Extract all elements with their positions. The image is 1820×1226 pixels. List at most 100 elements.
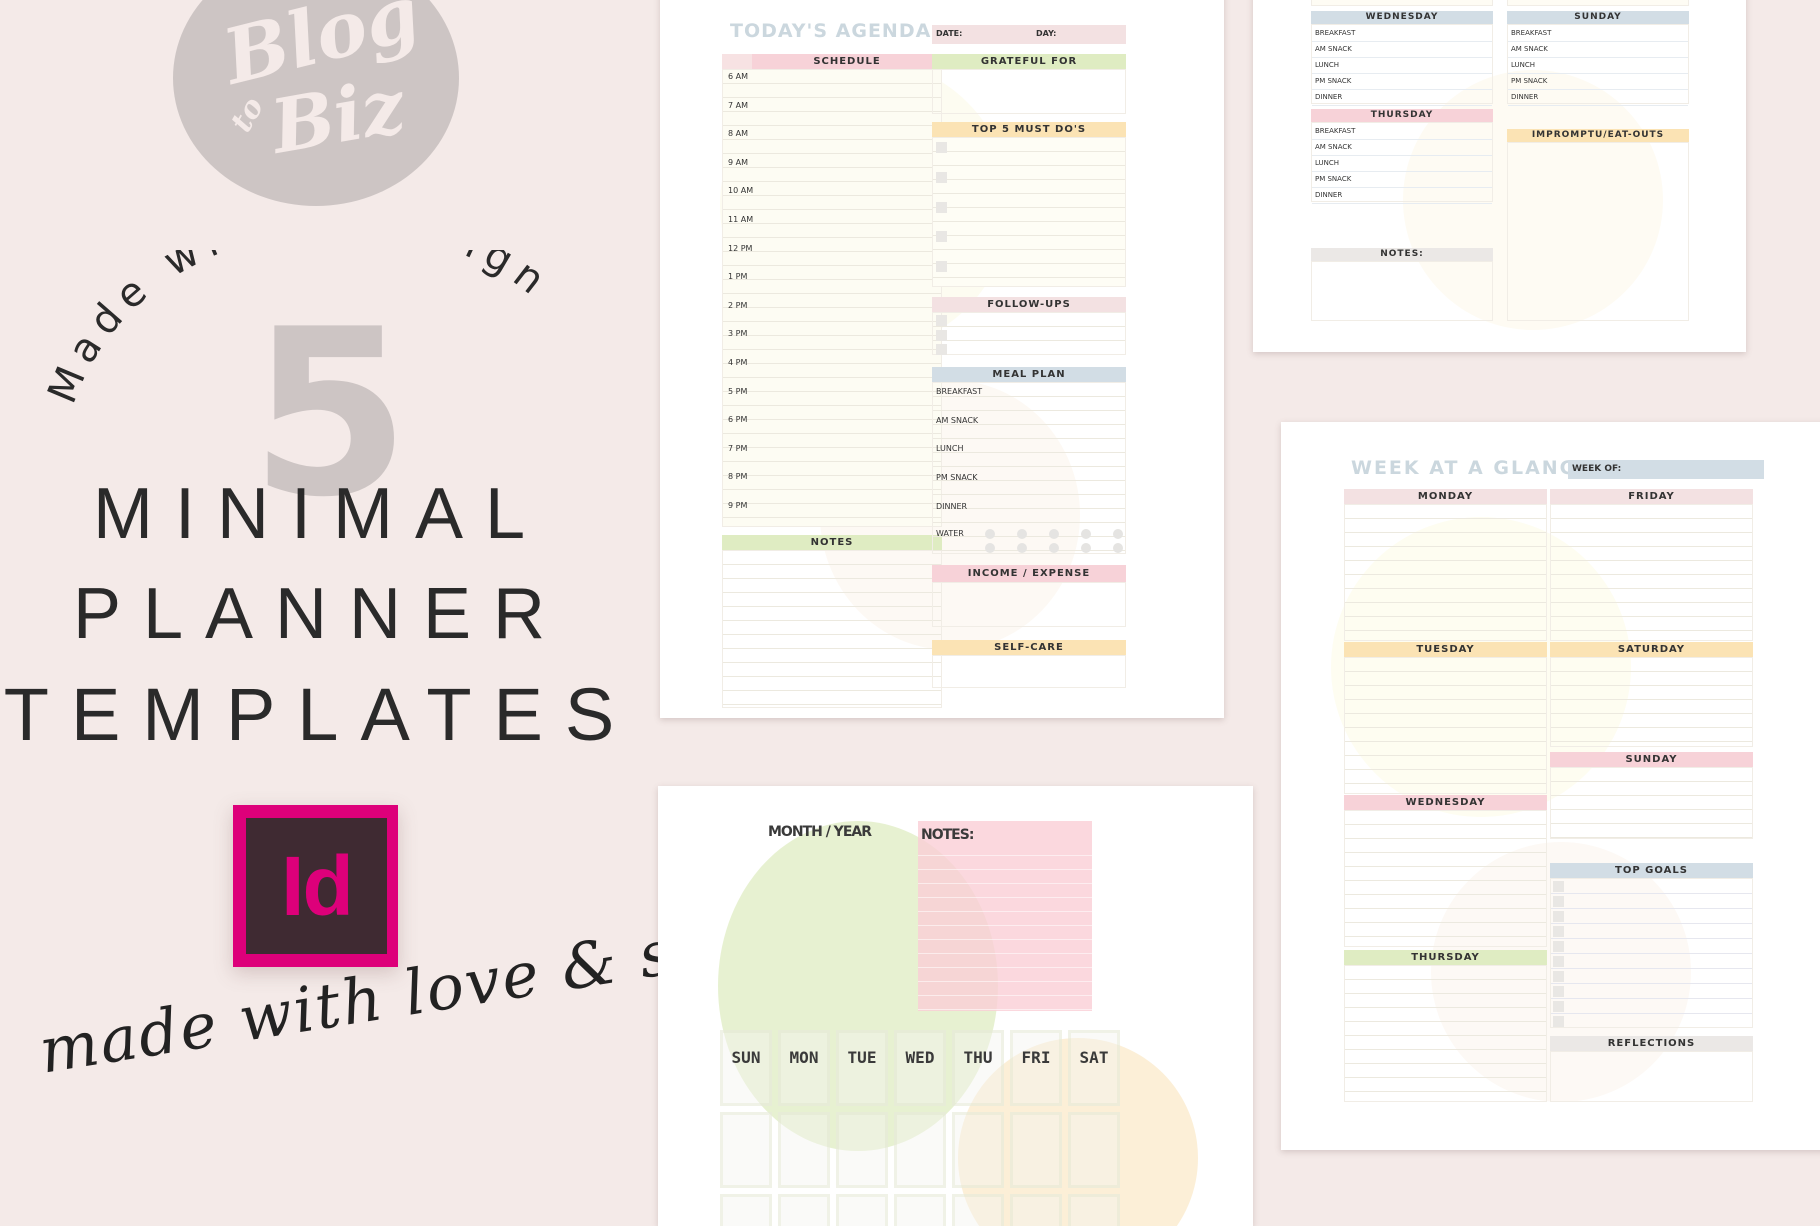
notes-area[interactable] xyxy=(722,550,942,708)
saturday-header: SATURDAY xyxy=(1550,642,1753,657)
goal-checkbox[interactable] xyxy=(1553,911,1564,922)
thursday-meals[interactable]: BREAKFAST AM SNACK LUNCH PM SNACK DINNER xyxy=(1311,122,1493,204)
calendar-cell[interactable] xyxy=(894,1194,946,1226)
sunday-meals[interactable]: BREAKFAST AM SNACK LUNCH PM SNACK DINNER xyxy=(1507,24,1689,106)
meal-row[interactable]: AM SNACK xyxy=(1312,139,1492,156)
calendar-cell[interactable] xyxy=(836,1030,888,1106)
thursday-area[interactable] xyxy=(1344,965,1547,1102)
goal-checkbox[interactable] xyxy=(1553,941,1564,952)
followups-area[interactable] xyxy=(932,312,1126,355)
grateful-area[interactable] xyxy=(932,69,1126,114)
checkbox[interactable] xyxy=(936,330,947,341)
checkbox[interactable] xyxy=(936,172,947,183)
date-day-field[interactable]: DATE: DAY: xyxy=(932,25,1126,44)
meal-row[interactable]: PM SNACK xyxy=(1312,171,1492,188)
impromptu-area[interactable] xyxy=(1507,142,1689,321)
goal-checkbox[interactable] xyxy=(1553,1016,1564,1027)
meal-row[interactable]: DINNER xyxy=(1312,89,1492,106)
water-glass-icon[interactable] xyxy=(1049,543,1059,553)
water-glass-icon[interactable] xyxy=(1017,529,1027,539)
top5-area[interactable] xyxy=(932,137,1126,287)
time-label: 7 AM xyxy=(728,100,749,110)
goal-checkbox[interactable] xyxy=(1553,971,1564,982)
meal-row[interactable]: LUNCH xyxy=(1508,57,1688,74)
calendar-cell[interactable] xyxy=(894,1030,946,1106)
checkbox[interactable] xyxy=(936,202,947,213)
checkbox[interactable] xyxy=(936,315,947,326)
time-label: 12 PM xyxy=(728,243,753,253)
meal-planner-page: WEDNESDAY BREAKFAST AM SNACK LUNCH PM SNACK… xyxy=(1253,0,1746,352)
water-glass-icon[interactable] xyxy=(1113,529,1123,539)
calendar-cell[interactable] xyxy=(778,1030,830,1106)
goal-checkbox[interactable] xyxy=(1553,881,1564,892)
calendar-cell[interactable] xyxy=(1010,1030,1062,1106)
calendar-cell[interactable] xyxy=(894,1112,946,1188)
week-of-field[interactable]: WEEK OF: xyxy=(1568,460,1764,479)
calendar-cell[interactable] xyxy=(778,1194,830,1226)
wednesday-meals[interactable]: BREAKFAST AM SNACK LUNCH PM SNACK DINNER xyxy=(1311,24,1493,106)
meal-label: PM SNACK xyxy=(1315,175,1352,183)
tuesday-area[interactable] xyxy=(1344,657,1547,794)
calendar-cell[interactable] xyxy=(836,1194,888,1226)
weekday-label: SUN xyxy=(731,1048,761,1067)
checkbox[interactable] xyxy=(936,142,947,153)
income-area[interactable] xyxy=(932,582,1126,627)
goal-checkbox[interactable] xyxy=(1553,986,1564,997)
calendar-cell[interactable] xyxy=(720,1194,772,1226)
previous-section xyxy=(1507,0,1689,6)
mp-notes-header: NOTES: xyxy=(1311,248,1493,261)
calendar-cell[interactable] xyxy=(778,1112,830,1188)
goal-checkbox[interactable] xyxy=(1553,1001,1564,1012)
meal-row[interactable]: AM SNACK xyxy=(1508,41,1688,58)
meal-row[interactable]: BREAKFAST xyxy=(1312,123,1492,140)
sunday-area[interactable] xyxy=(1550,767,1753,839)
meal-row[interactable]: AM SNACK xyxy=(1312,41,1492,58)
water-glass-icon[interactable] xyxy=(985,543,995,553)
checkbox[interactable] xyxy=(936,344,947,355)
water-glass-icon[interactable] xyxy=(1113,543,1123,553)
month-notes-box[interactable]: NOTES: xyxy=(918,821,1092,1011)
logo-word-biz: Biz xyxy=(265,63,411,171)
calendar-cell[interactable] xyxy=(952,1194,1004,1226)
meal-row[interactable]: BREAKFAST xyxy=(1312,25,1492,42)
schedule-grid[interactable] xyxy=(722,69,942,527)
meal-row[interactable]: PM SNACK xyxy=(1508,73,1688,90)
calendar-cell[interactable] xyxy=(1068,1112,1120,1188)
mp-notes-area[interactable] xyxy=(1311,261,1493,321)
calendar-cell[interactable] xyxy=(720,1112,772,1188)
checkbox[interactable] xyxy=(936,261,947,272)
checkbox[interactable] xyxy=(936,231,947,242)
wednesday-area[interactable] xyxy=(1344,810,1547,947)
goal-checkbox[interactable] xyxy=(1553,956,1564,967)
water-glass-icon[interactable] xyxy=(985,529,995,539)
meal-plan-area[interactable]: BREAKFAST AM SNACK LUNCH PM SNACK DINNER WATE… xyxy=(932,382,1126,554)
monday-area[interactable] xyxy=(1344,504,1547,641)
calendar-cell[interactable] xyxy=(1068,1194,1120,1226)
goal-checkbox[interactable] xyxy=(1553,896,1564,907)
goal-checkbox[interactable] xyxy=(1553,926,1564,937)
meal-row[interactable]: LUNCH xyxy=(1312,155,1492,172)
water-glass-icon[interactable] xyxy=(1081,543,1091,553)
calendar-cell[interactable] xyxy=(1010,1112,1062,1188)
calendar-cell[interactable] xyxy=(1068,1030,1120,1106)
meal-row[interactable]: PM SNACK xyxy=(1312,73,1492,90)
calendar-cell[interactable] xyxy=(952,1030,1004,1106)
water-glass-icon[interactable] xyxy=(1081,529,1091,539)
meal-row[interactable]: DINNER xyxy=(1312,187,1492,204)
selfcare-area[interactable] xyxy=(932,655,1126,688)
top-goals-area[interactable] xyxy=(1550,878,1753,1028)
water-glass-icon[interactable] xyxy=(1017,543,1027,553)
water-glass-icon[interactable] xyxy=(1049,529,1059,539)
day-label: DAY: xyxy=(1036,29,1057,38)
calendar-cell[interactable] xyxy=(836,1112,888,1188)
friday-area[interactable] xyxy=(1550,504,1753,641)
calendar-cell[interactable] xyxy=(1010,1194,1062,1226)
meal-row[interactable]: LUNCH xyxy=(1312,57,1492,74)
calendar-cell[interactable] xyxy=(720,1030,772,1106)
time-label: 4 PM xyxy=(728,358,748,367)
reflections-area[interactable] xyxy=(1550,1051,1753,1102)
meal-row[interactable]: BREAKFAST xyxy=(1508,25,1688,42)
meal-row[interactable]: DINNER xyxy=(1508,89,1688,106)
saturday-area[interactable] xyxy=(1550,657,1753,747)
calendar-cell[interactable] xyxy=(952,1112,1004,1188)
